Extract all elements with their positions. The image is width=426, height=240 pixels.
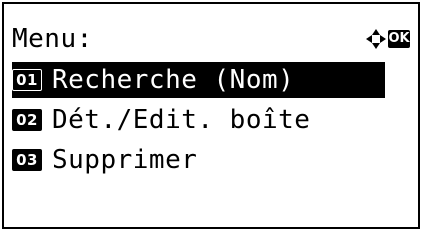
menu-title: Menu:	[12, 24, 93, 54]
menu-item-label: Supprimer	[52, 145, 198, 175]
item-number-badge: 02	[12, 109, 42, 131]
menu-item-recherche-nom[interactable]: 01 Recherche (Nom)	[12, 62, 385, 98]
lcd-screen: Menu: OK 01 Recherche (Nom) 02 Dét./Edit…	[2, 2, 420, 229]
menu-item-supprimer[interactable]: 03 Supprimer	[12, 142, 197, 178]
item-number-badge: 01	[12, 69, 42, 91]
four-way-arrows-icon	[366, 29, 386, 49]
navigation-hint: OK	[366, 28, 410, 50]
menu-item-det-edit-boite[interactable]: 02 Dét./Edit. boîte	[12, 102, 310, 138]
menu-item-label: Dét./Edit. boîte	[52, 105, 311, 135]
item-number-badge: 03	[12, 149, 42, 171]
menu-item-label: Recherche (Nom)	[52, 65, 295, 95]
ok-key-icon: OK	[388, 30, 410, 48]
